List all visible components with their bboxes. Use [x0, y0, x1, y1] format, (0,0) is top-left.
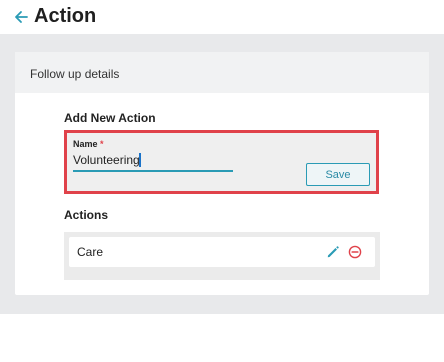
name-label-text: Name — [73, 139, 98, 149]
card-header: Follow up details — [15, 52, 429, 93]
save-button[interactable]: Save — [306, 163, 370, 186]
add-action-form: Name * Save — [64, 130, 379, 194]
page-header: Action — [0, 0, 444, 34]
page-title: Action — [34, 5, 97, 27]
actions-title: Actions — [64, 208, 109, 222]
arrow-left-icon[interactable] — [12, 8, 30, 26]
required-mark: * — [100, 139, 104, 149]
text-caret — [139, 153, 141, 167]
minus-circle-icon[interactable] — [348, 245, 362, 259]
name-field-label: Name * — [73, 139, 104, 149]
action-label: Care — [77, 245, 104, 259]
pencil-icon[interactable] — [326, 245, 340, 259]
follow-up-card: Follow up details Add New Action Name * … — [15, 52, 429, 295]
actions-list: Care — [64, 232, 380, 280]
list-item: Care — [69, 237, 375, 267]
add-new-action-title: Add New Action — [64, 111, 156, 125]
name-input[interactable] — [73, 149, 233, 172]
